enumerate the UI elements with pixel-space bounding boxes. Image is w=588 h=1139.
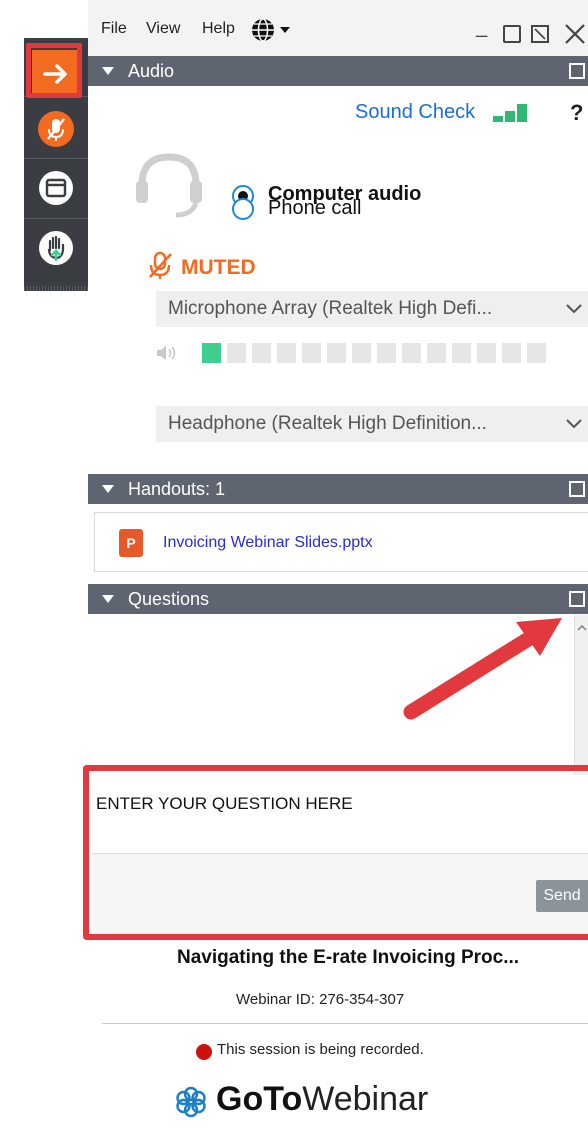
muted-mic-icon xyxy=(146,251,174,286)
annotation-highlight-question xyxy=(83,765,588,940)
phone-call-radio[interactable] xyxy=(232,198,254,220)
menu-file[interactable]: File xyxy=(101,20,127,38)
minimize-icon[interactable]: _ xyxy=(476,16,487,39)
collapse-triangle-icon xyxy=(102,595,114,603)
globe-language-icon xyxy=(252,18,290,42)
brand-light: Webinar xyxy=(302,1080,429,1118)
level-segment xyxy=(377,343,396,363)
language-menu-button[interactable] xyxy=(251,18,297,47)
signal-bars-icon xyxy=(493,104,533,129)
audio-section-header[interactable]: Audio xyxy=(88,56,588,86)
level-segment xyxy=(477,343,496,363)
speaker-volume-icon xyxy=(156,344,180,367)
brand-bold: GoTo xyxy=(216,1080,303,1118)
annotation-highlight-toolbar xyxy=(26,43,82,98)
questions-scrollbar[interactable] xyxy=(574,615,588,775)
headphone-select-value: Headphone (Realtek High Definition... xyxy=(168,413,487,434)
phone-call-label[interactable]: Phone call xyxy=(268,197,361,220)
control-panel: File View Help _ Audio Sound Check ? Com… xyxy=(88,0,588,615)
level-segment xyxy=(352,343,371,363)
webinar-id: Webinar ID: 276-354-307 xyxy=(236,991,405,1008)
webinar-title: Navigating the E-rate Invoicing Proc... xyxy=(177,947,520,968)
divider xyxy=(102,1023,588,1024)
raise-hand-icon xyxy=(39,231,73,265)
maximize-icon[interactable] xyxy=(503,25,521,43)
microphone-muted-icon xyxy=(38,111,74,147)
handouts-section-header[interactable]: Handouts: 1 xyxy=(88,474,588,504)
collapse-triangle-icon xyxy=(102,67,114,75)
level-segment xyxy=(527,343,546,363)
collapse-triangle-icon xyxy=(102,485,114,493)
brand-wordmark: GoToWebinar xyxy=(216,1080,428,1119)
headphone-select[interactable]: Headphone (Realtek High Definition... xyxy=(156,406,588,442)
handouts-header-title: Handouts: 1 xyxy=(128,479,226,499)
level-segment xyxy=(452,343,471,363)
questions-section-header[interactable]: Questions xyxy=(88,584,588,614)
window-icon xyxy=(39,171,73,205)
popout-icon[interactable] xyxy=(569,591,585,607)
chevron-down-icon xyxy=(564,406,584,442)
level-segment xyxy=(277,343,296,363)
popout-icon[interactable] xyxy=(569,481,585,497)
level-segment xyxy=(302,343,321,363)
popout-icon[interactable] xyxy=(569,63,585,79)
handout-file-link[interactable]: Invoicing Webinar Slides.pptx xyxy=(163,534,373,552)
level-segment xyxy=(427,343,446,363)
microphone-select[interactable]: Microphone Array (Realtek High Defi... xyxy=(156,291,588,327)
restore-icon[interactable] xyxy=(531,25,549,43)
level-segment xyxy=(502,343,521,363)
handout-item[interactable]: P Invoicing Webinar Slides.pptx xyxy=(94,512,588,572)
recording-notice: This session is being recorded. xyxy=(217,1041,424,1058)
menu-help[interactable]: Help xyxy=(202,20,235,38)
close-icon[interactable] xyxy=(563,22,587,51)
audio-header-title: Audio xyxy=(128,61,175,81)
raise-hand-button[interactable] xyxy=(32,224,80,272)
level-segment xyxy=(402,343,421,363)
webinar-info: Navigating the E-rate Invoicing Proc... … xyxy=(92,940,588,1139)
level-segment xyxy=(202,343,221,363)
headset-icon xyxy=(132,147,206,226)
level-segment xyxy=(227,343,246,363)
chevron-down-icon xyxy=(564,291,584,327)
menu-view[interactable]: View xyxy=(146,20,180,38)
microphone-select-value: Microphone Array (Realtek High Defi... xyxy=(168,298,493,319)
audio-help-icon[interactable]: ? xyxy=(570,100,583,126)
muted-status-label: MUTED xyxy=(181,256,256,279)
sound-check-link[interactable]: Sound Check xyxy=(355,101,475,124)
recording-dot-icon xyxy=(196,1044,212,1060)
mute-microphone-button[interactable] xyxy=(32,105,80,153)
questions-header-title: Questions xyxy=(128,589,210,609)
show-screen-button[interactable] xyxy=(32,164,80,212)
menu-bar: File View Help _ xyxy=(88,0,588,58)
level-segment xyxy=(327,343,346,363)
pptx-file-icon: P xyxy=(119,529,143,557)
level-segment xyxy=(252,343,271,363)
gotowebinar-flower-logo xyxy=(174,1085,208,1124)
